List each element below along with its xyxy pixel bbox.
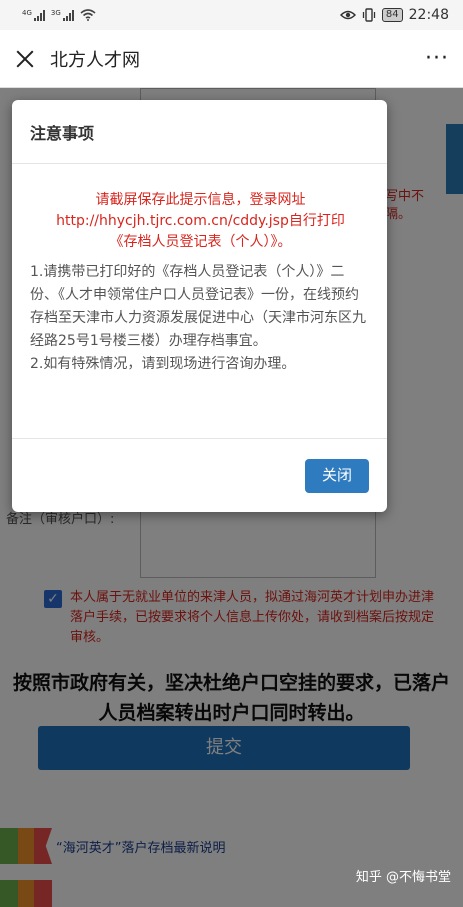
more-icon[interactable]: ···	[425, 46, 449, 71]
battery-indicator: 84	[381, 8, 403, 22]
red-notice-line-3: 《存档人员登记表（个人）》。	[109, 234, 292, 250]
page-title: 北方人才网	[50, 49, 140, 71]
dialog-footer: 关闭	[12, 438, 387, 512]
instruction-item-1: 1.请携带已打印好的《存档人员登记表（个人）》二份、《人才申领常住户口人员登记表…	[30, 264, 366, 349]
red-notice-line-1: 请截屏保存此提示信息，登录网址	[95, 192, 306, 208]
close-icon[interactable]	[14, 48, 36, 70]
eye-icon	[339, 10, 356, 20]
instruction-item-2: 2.如有特殊情况，请到现场进行咨询办理。	[30, 356, 296, 372]
status-bar: 4G 3G 84 22:48	[0, 0, 463, 30]
dialog-title: 注意事项	[12, 100, 387, 164]
dialog-instructions: 1.请携带已打印好的《存档人员登记表（个人）》二份、《人才申领常住户口人员登记表…	[30, 261, 371, 376]
dialog-red-notice: 请截屏保存此提示信息，登录网址 http://hhycjh.tjrc.com.c…	[30, 190, 371, 253]
cellular-signal-icon: 4G	[22, 9, 45, 21]
status-bar-left: 4G 3G	[22, 9, 96, 21]
wifi-icon	[80, 9, 96, 21]
close-button[interactable]: 关闭	[305, 459, 369, 493]
title-bar: 北方人才网 ···	[0, 30, 463, 88]
red-notice-url: http://hhycjh.tjrc.com.cn/cddy.jsp自行打印	[56, 213, 345, 229]
vibrate-icon	[362, 8, 376, 22]
signal-label-2: 3G	[50, 9, 61, 17]
signal-label: 4G	[22, 9, 32, 17]
notice-dialog: 注意事项 请截屏保存此提示信息，登录网址 http://hhycjh.tjrc.…	[12, 100, 387, 512]
status-bar-right: 84 22:48	[339, 7, 449, 23]
clock: 22:48	[408, 7, 449, 23]
cellular-signal-2-icon: 3G	[51, 9, 74, 21]
dialog-body: 请截屏保存此提示信息，登录网址 http://hhycjh.tjrc.com.c…	[12, 164, 387, 376]
watermark: 知乎 @不悔书堂	[355, 870, 451, 885]
